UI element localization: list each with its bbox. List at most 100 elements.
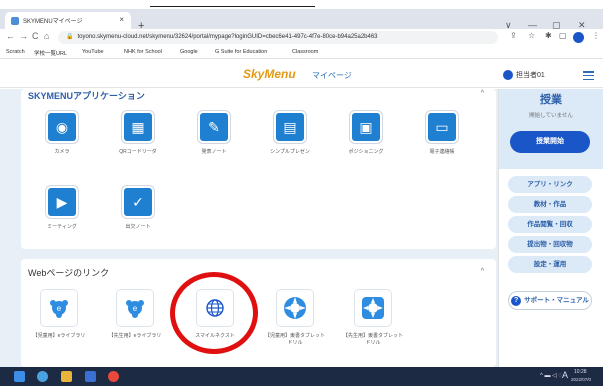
app-label: ポジショニング: [348, 149, 384, 155]
windows-taskbar: ^ ▬ ◁ ◌ A 10:28 2022/07/0: [0, 367, 603, 386]
simple-presen-icon: ▤: [274, 111, 306, 143]
app-tile-meeting[interactable]: ▶ ミーティング: [32, 186, 92, 230]
edge-icon[interactable]: [37, 371, 48, 382]
profile-avatar-icon[interactable]: [573, 32, 584, 43]
reload-button[interactable]: C: [32, 31, 39, 41]
tab-close-icon[interactable]: ×: [119, 15, 124, 24]
store-icon[interactable]: [85, 371, 96, 382]
web-label: 【児童用】eライブラリ: [32, 333, 86, 339]
home-button[interactable]: ⌂: [44, 31, 49, 41]
lesson-panel: 授業 開始していません 授業開始: [499, 89, 603, 169]
url-text: toyono.skymenu-cloud.net/skymenu/32624/p…: [77, 34, 378, 40]
sidepanel-icon[interactable]: ▢: [559, 31, 567, 40]
app-tile-qr[interactable]: ▦ QRコードリーダ: [108, 111, 168, 155]
contact-book-icon: ▭: [426, 111, 458, 143]
bookmark-google[interactable]: Google: [180, 49, 198, 55]
share-icon[interactable]: ⇪: [510, 31, 517, 40]
skymenu-favicon-icon: [11, 16, 19, 25]
collapse-icon[interactable]: ^: [481, 268, 484, 275]
right-sidebar: 授業 開始していません 授業開始 アプリ・リンク 教材・作品 作品閲覧・回収 提…: [498, 89, 603, 367]
tab-title: SKYMENUマイページ: [23, 19, 83, 25]
browser-tab-bar: SKYMENUマイページ × + ∨ — ▢ ✕: [0, 9, 603, 32]
apps-section-title: SKYMENUアプリケーション: [28, 91, 145, 101]
camera-icon: ◉: [46, 111, 78, 143]
clock-date[interactable]: 2022/07/0: [571, 377, 591, 382]
user-icon: [503, 70, 513, 80]
support-label: サポート・マニュアル: [524, 297, 589, 304]
tablet-drill-student-icon: [276, 289, 314, 327]
web-tile-e-library-student[interactable]: e 【児童用】eライブラリ: [29, 289, 89, 340]
bookmarks-bar: Scratch 学校一覧URL YouTube NHK for School G…: [0, 46, 603, 59]
bookmark-scratch[interactable]: Scratch: [6, 49, 25, 55]
hamburger-menu-icon[interactable]: [583, 71, 594, 82]
forward-button[interactable]: →: [19, 31, 28, 41]
e-library-student-icon: e: [40, 289, 78, 327]
bookmark-youtube[interactable]: YouTube: [82, 49, 104, 55]
file-explorer-icon[interactable]: [61, 371, 72, 382]
app-tile-presentation-note[interactable]: ✎ 発表ノート: [184, 111, 244, 155]
bookmark-classroom[interactable]: Classroom: [292, 49, 318, 55]
web-section-title: Webページのリンク: [28, 268, 110, 278]
qr-reader-icon: ▦: [122, 111, 154, 143]
settings-button[interactable]: 設定・運用: [508, 256, 592, 273]
browser-menu-icon[interactable]: ⋮: [592, 31, 600, 40]
app-label: 電子連絡帳: [429, 149, 455, 155]
work-collection-button[interactable]: 作品閲覧・回収: [508, 216, 592, 233]
screenshot-root: SKYMENUマイページ × + ∨ — ▢ ✕ ← → C ⌂ 🔒 toyono…: [0, 0, 603, 386]
windows-start-icon[interactable]: [14, 371, 25, 382]
help-icon: ?: [511, 296, 522, 306]
presentation-note-icon: ✎: [198, 111, 230, 143]
underline-mark: [150, 6, 315, 7]
system-tray-icons[interactable]: ^ ▬ ◁ ◌: [540, 372, 562, 379]
app-label: 出欠ノート: [125, 224, 151, 230]
back-button[interactable]: ←: [6, 31, 15, 41]
browser-tab[interactable]: SKYMENUマイページ ×: [5, 12, 131, 29]
page-title: マイページ: [312, 71, 352, 80]
app-tile-contact-book[interactable]: ▭ 電子連絡帳: [412, 111, 472, 155]
svg-text:e: e: [57, 304, 62, 313]
skymenu-logo[interactable]: SkyMenu: [243, 67, 296, 81]
app-label: ミーティング: [47, 224, 77, 230]
bookmark-nhk[interactable]: NHK for School: [124, 49, 162, 55]
submissions-button[interactable]: 提出物・回収物: [508, 236, 592, 253]
url-bar[interactable]: 🔒 toyono.skymenu-cloud.net/skymenu/32624/…: [58, 31, 498, 44]
app-tile-attendance[interactable]: ✓ 出欠ノート: [108, 186, 168, 230]
apps-links-button[interactable]: アプリ・リンク: [508, 176, 592, 193]
support-manual-button[interactable]: ? サポート・マニュアル: [508, 291, 592, 310]
web-label: 【児童用】東書タブレットドリル: [265, 333, 326, 346]
lock-icon: 🔒: [66, 34, 74, 40]
web-links-card: Webページのリンク ^ e 【児童用】eライブラリ e 【先生用】eライブラリ…: [21, 259, 496, 367]
web-tile-tablet-drill-student[interactable]: 【児童用】東書タブレットドリル: [265, 289, 325, 347]
app-label: カメラ: [54, 149, 70, 155]
collapse-icon[interactable]: ^: [481, 90, 484, 97]
svg-text:e: e: [133, 304, 138, 313]
app-label: QRコードリーダ: [119, 149, 157, 155]
apps-card: SKYMENUアプリケーション ^ ◉ カメラ ▦ QRコードリーダ ✎ 発表ノ…: [21, 89, 496, 249]
positioning-icon: ▣: [350, 111, 382, 143]
top-strip: [0, 0, 603, 9]
bookmark-star-icon[interactable]: ☆: [528, 31, 535, 40]
bookmark-gsuite[interactable]: G Suite for Education: [215, 49, 267, 55]
app-label: 発表ノート: [201, 149, 227, 155]
start-lesson-button[interactable]: 授業開始: [510, 131, 590, 153]
bookmark-school-list[interactable]: 学校一覧URL: [34, 49, 67, 57]
attendance-note-icon: ✓: [122, 186, 154, 218]
tablet-drill-teacher-icon: [354, 289, 392, 327]
user-menu[interactable]: 担当者01: [503, 70, 545, 80]
address-row: ← → C ⌂ 🔒 toyono.skymenu-cloud.net/skymen…: [0, 29, 603, 46]
meeting-icon: ▶: [46, 186, 78, 218]
web-tile-e-library-teacher[interactable]: e 【先生用】eライブラリ: [105, 289, 165, 340]
ime-indicator[interactable]: A: [562, 370, 568, 380]
materials-works-button[interactable]: 教材・作品: [508, 196, 592, 213]
app-header: SkyMenu マイページ 担当者01: [0, 60, 603, 88]
app-tile-camera[interactable]: ◉ カメラ: [32, 111, 92, 155]
lesson-status: 開始していません: [529, 113, 573, 119]
extensions-icon[interactable]: ✱: [545, 31, 552, 40]
web-tile-tablet-drill-teacher[interactable]: 【先生用】東書タブレットドリル: [343, 289, 403, 347]
web-label: 【先生用】東書タブレットドリル: [343, 333, 404, 346]
clock-time[interactable]: 10:28: [574, 369, 587, 375]
app-tile-positioning[interactable]: ▣ ポジショニング: [336, 111, 396, 155]
chrome-icon[interactable]: [108, 371, 119, 382]
app-tile-simple-presen[interactable]: ▤ シンプルプレゼン: [260, 111, 320, 155]
user-name: 担当者01: [516, 72, 545, 79]
